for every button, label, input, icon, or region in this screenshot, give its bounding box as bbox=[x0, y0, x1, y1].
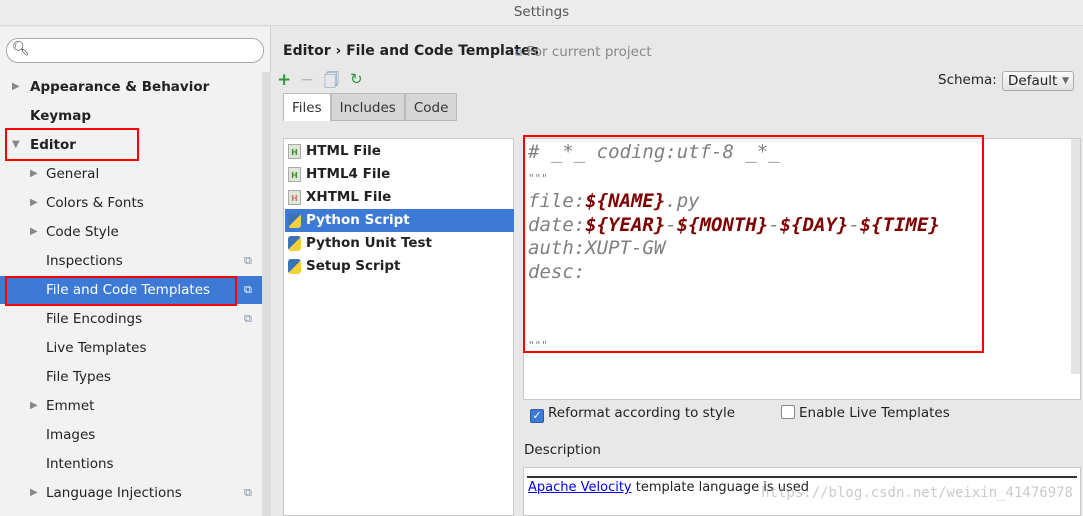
sidebar-item-label: Language Injections bbox=[46, 485, 182, 501]
chevron-right-icon[interactable]: ▶ bbox=[12, 73, 20, 101]
live-templates-checkbox[interactable]: Enable Live Templates bbox=[781, 405, 950, 421]
sidebar-item[interactable]: ▶ General bbox=[0, 160, 262, 188]
html-file-icon: H bbox=[288, 167, 301, 182]
chevron-right-icon[interactable]: ▶ bbox=[30, 218, 38, 246]
sidebar-item-label: Intentions bbox=[46, 456, 114, 472]
sidebar-item-label: Colors & Fonts bbox=[46, 195, 144, 211]
copy-icon: ⧉ bbox=[244, 254, 252, 267]
copy-template-icon[interactable]: 🗍︎ bbox=[324, 70, 339, 95]
chevron-right-icon[interactable]: ▶ bbox=[30, 392, 38, 420]
breadcrumb: Editor › File and Code Templates bbox=[283, 43, 539, 59]
copy-icon: ⧉ bbox=[244, 283, 252, 296]
sidebar-item[interactable]: Inspections ⧉ bbox=[0, 247, 262, 275]
tab-files[interactable]: Files bbox=[283, 93, 331, 121]
highlight-code bbox=[523, 135, 984, 353]
search-input[interactable]: 🔍︎ bbox=[6, 38, 264, 63]
editor-scrollbar[interactable] bbox=[1071, 139, 1080, 374]
sidebar-item[interactable]: ▶ Language Injections ⧉ bbox=[0, 479, 262, 507]
sidebar-item-label: Inspections bbox=[46, 253, 123, 269]
template-item[interactable]: H XHTML File bbox=[285, 186, 514, 209]
python-icon bbox=[288, 236, 301, 251]
sidebar-item[interactable]: File Types bbox=[0, 363, 262, 391]
schema-label: Schema: bbox=[938, 72, 997, 88]
sidebar-item[interactable]: Keymap bbox=[0, 102, 262, 130]
template-item[interactable]: Python Unit Test bbox=[285, 232, 514, 255]
python-icon bbox=[288, 213, 301, 228]
tab-includes[interactable]: Includes bbox=[330, 93, 405, 121]
highlight-editor bbox=[5, 128, 139, 161]
tab-code[interactable]: Code bbox=[404, 93, 458, 121]
sidebar-item[interactable]: ▶ Appearance & Behavior bbox=[0, 73, 262, 101]
reformat-checkbox[interactable]: ✓ Reformat according to style bbox=[530, 405, 735, 423]
sidebar-item-label: Live Templates bbox=[46, 340, 147, 356]
schema-select[interactable]: Default ▼ bbox=[1002, 71, 1074, 91]
remove-icon[interactable]: − bbox=[300, 70, 314, 90]
sidebar-item-label: Images bbox=[46, 427, 96, 443]
sidebar-item-label: General bbox=[46, 166, 100, 182]
scope-label: ⧉ For current project bbox=[515, 44, 652, 60]
html-file-icon: H bbox=[288, 144, 301, 159]
sidebar-item-label: File Encodings bbox=[46, 311, 143, 327]
sidebar-item[interactable]: ▶ Code Style bbox=[0, 218, 262, 246]
sidebar-item-label: Code Style bbox=[46, 224, 119, 240]
template-item[interactable]: Setup Script bbox=[285, 255, 514, 278]
sidebar-item-label: File Types bbox=[46, 369, 111, 385]
reset-icon[interactable]: ↻ bbox=[350, 70, 363, 88]
template-list: H HTML File H HTML4 File H XHTML File Python S… bbox=[283, 138, 514, 516]
description-label: Description bbox=[524, 442, 601, 458]
xhtml-file-icon: H bbox=[288, 190, 301, 205]
window-title: Settings bbox=[0, 0, 1083, 26]
main-panel: Editor › File and Code Templates ⧉ For c… bbox=[272, 27, 1083, 516]
chevron-right-icon[interactable]: ▶ bbox=[30, 160, 38, 188]
copy-icon: ⧉ bbox=[244, 486, 252, 499]
add-icon[interactable]: + bbox=[277, 70, 291, 90]
sidebar-item[interactable]: File Encodings ⧉ bbox=[0, 305, 262, 333]
python-icon bbox=[288, 259, 301, 274]
copy-icon: ⧉ bbox=[515, 48, 523, 59]
sidebar-item[interactable]: ▶ Colors & Fonts bbox=[0, 189, 262, 217]
chevron-down-icon: ▼ bbox=[1062, 76, 1069, 86]
sidebar-scrollbar[interactable] bbox=[262, 72, 271, 516]
sidebar-item[interactable]: Images bbox=[0, 421, 262, 449]
search-icon: 🔍︎ bbox=[12, 41, 30, 57]
sidebar-item-label: Appearance & Behavior bbox=[30, 79, 210, 95]
sidebar-item-label: Keymap bbox=[30, 108, 92, 124]
watermark: https://blog.csdn.net/weixin_41476978 bbox=[761, 485, 1073, 501]
chevron-right-icon[interactable]: ▶ bbox=[30, 189, 38, 217]
template-item[interactable]: H HTML File bbox=[285, 140, 514, 163]
sidebar-item[interactable]: ▶ Emmet bbox=[0, 392, 262, 420]
highlight-file-templates bbox=[5, 276, 237, 306]
chevron-right-icon[interactable]: ▶ bbox=[30, 479, 38, 507]
sidebar-item-label: Emmet bbox=[46, 398, 95, 414]
copy-icon: ⧉ bbox=[244, 312, 252, 325]
template-item[interactable]: Python Script bbox=[285, 209, 514, 232]
apache-velocity-link[interactable]: Apache Velocity bbox=[528, 480, 632, 495]
sidebar-item[interactable]: Intentions bbox=[0, 450, 262, 478]
sidebar-item[interactable]: Live Templates bbox=[0, 334, 262, 362]
template-item[interactable]: H HTML4 File bbox=[285, 163, 514, 186]
